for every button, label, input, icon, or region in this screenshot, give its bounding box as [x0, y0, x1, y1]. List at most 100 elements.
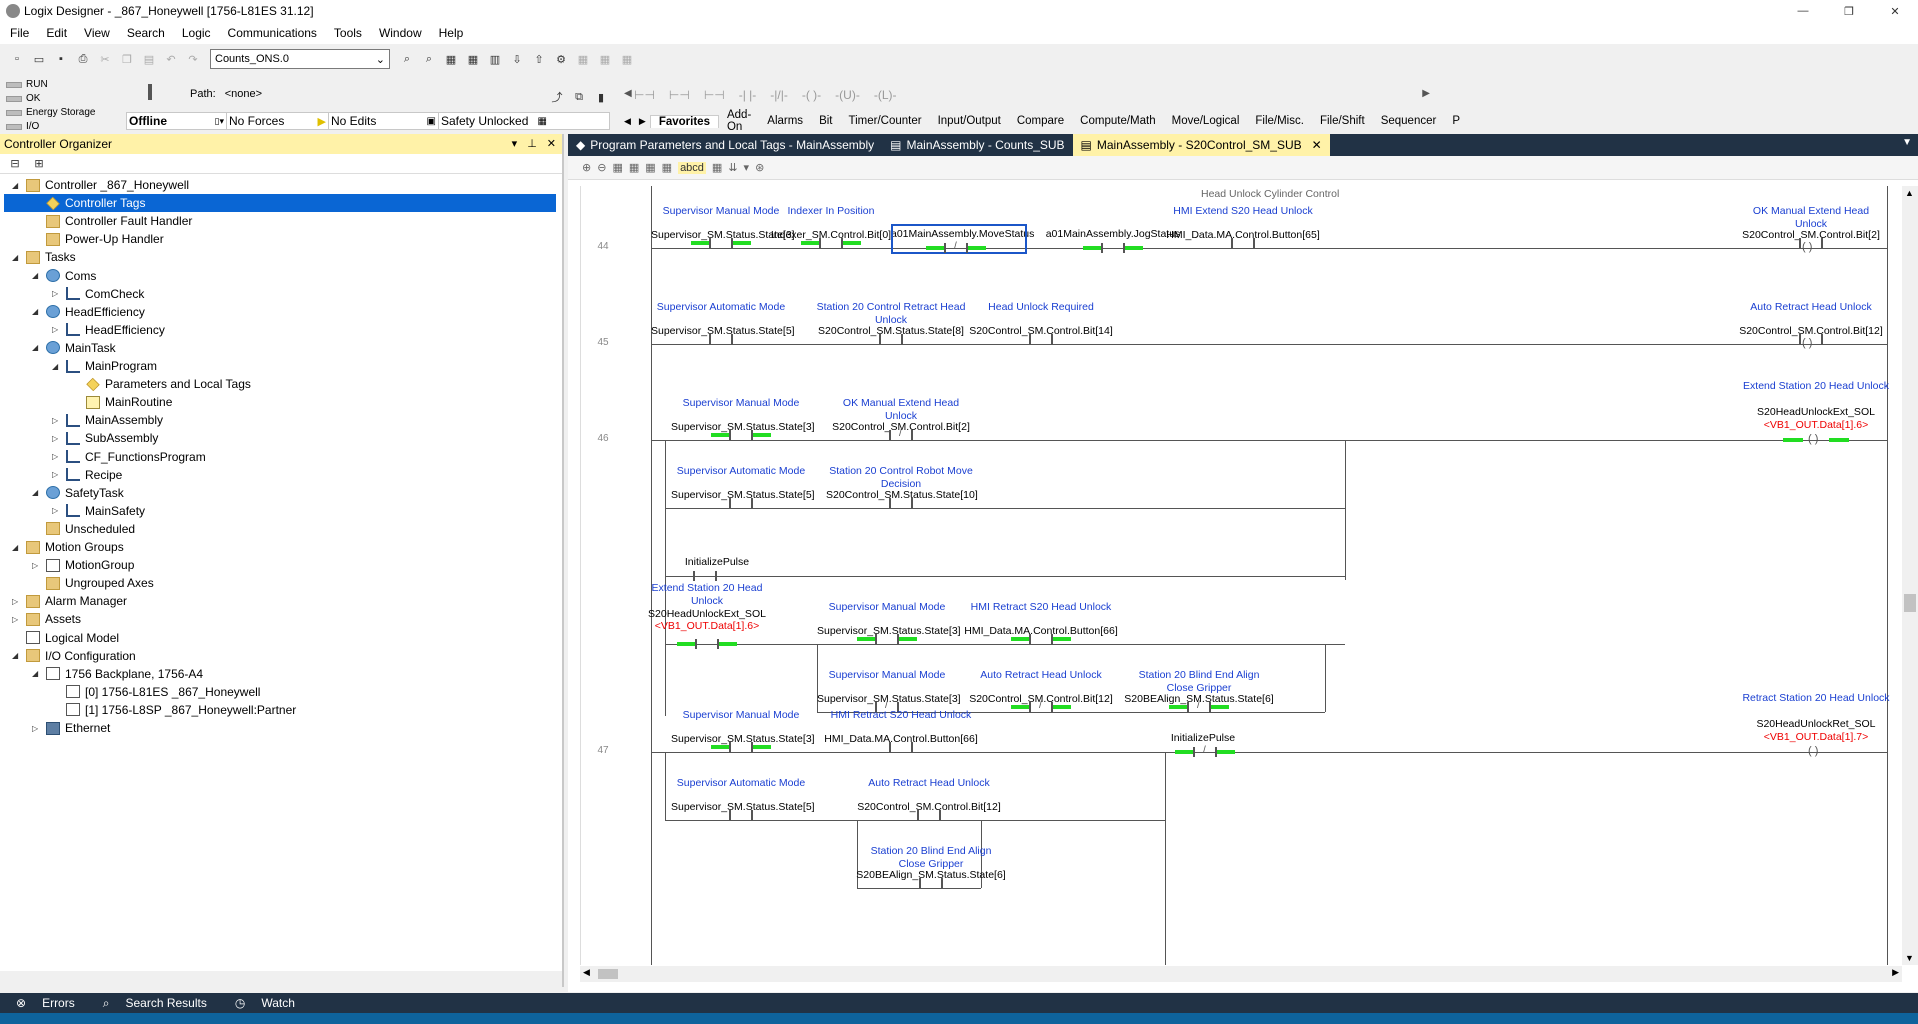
expand-toggle-icon[interactable]: ◢: [12, 253, 22, 262]
expand-toggle-icon[interactable]: ◢: [32, 271, 42, 280]
expand-all-icon[interactable]: ⊞: [30, 155, 48, 173]
expand-toggle-icon[interactable]: ▷: [52, 289, 62, 298]
contact-instruction[interactable]: [711, 742, 771, 752]
abcd-icon[interactable]: abcd: [678, 161, 706, 174]
upload-icon[interactable]: ⇧: [530, 50, 548, 68]
tree-node[interactable]: ◢ SafetyTask: [32, 484, 124, 502]
tab-close-icon[interactable]: ✕: [1312, 138, 1322, 152]
otl-icon[interactable]: -(U)-: [835, 88, 860, 102]
vertical-scrollbar[interactable]: ▲ ▼: [1902, 186, 1918, 965]
contact-instruction[interactable]: [683, 571, 727, 581]
browse-icon[interactable]: ▦: [442, 50, 460, 68]
tab-p[interactable]: P: [1444, 115, 1468, 127]
filter-icon[interactable]: ⇊: [728, 161, 737, 174]
tab-compute-math[interactable]: Compute/Math: [1072, 115, 1163, 127]
contact-instruction[interactable]: [857, 634, 917, 644]
safety-status[interactable]: Safety Unlocked ▦: [439, 113, 549, 129]
tree-node[interactable]: ◢ HeadEfficiency: [32, 303, 145, 321]
monitor-icon[interactable]: ▦: [596, 50, 614, 68]
ote-icon[interactable]: -( )-: [802, 88, 821, 102]
contact-instruction[interactable]: /: [1011, 701, 1071, 712]
search-combo[interactable]: Counts_ONS.0 ⌄: [210, 49, 390, 69]
tree-node[interactable]: ◢ Controller _867_Honeywell: [12, 176, 189, 194]
contact-instruction[interactable]: /: [1175, 746, 1235, 757]
expand-toggle-icon[interactable]: ▷: [52, 452, 62, 461]
redo-icon[interactable]: ↷: [184, 50, 202, 68]
verify-routine-icon[interactable]: ▦: [612, 161, 622, 174]
tree-node[interactable]: ◢ I/O Configuration: [12, 647, 136, 665]
contact-instruction[interactable]: [879, 498, 923, 508]
tab-counts-sub[interactable]: ▤ MainAssembly - Counts_SUB: [882, 134, 1072, 156]
contact-instruction[interactable]: [719, 810, 763, 820]
expand-toggle-icon[interactable]: ▷: [12, 615, 22, 624]
tab-s20control-sm-sub[interactable]: ▤ MainAssembly - S20Control_SM_SUB ✕: [1072, 134, 1330, 156]
ladder-area[interactable]: Head Unlock Cylinder Control 44 Supervisor…: [580, 186, 1902, 965]
tab-favorites[interactable]: Favorites: [649, 114, 719, 128]
contact-instruction[interactable]: /: [879, 429, 923, 440]
tree-node[interactable]: MainRoutine: [72, 393, 172, 411]
tree-node[interactable]: ▷ Recipe: [52, 466, 122, 484]
menu-window[interactable]: Window: [379, 26, 422, 40]
mode-offline[interactable]: Offline ▯▾: [127, 113, 227, 129]
find-icon[interactable]: ⌕: [398, 50, 416, 68]
coil-instruction[interactable]: ( ): [1795, 745, 1839, 757]
copy-icon[interactable]: ❐: [118, 50, 136, 68]
xic-icon[interactable]: -| |-: [739, 88, 757, 102]
coil-instruction[interactable]: ( ): [1783, 433, 1849, 445]
tree-node[interactable]: [0] 1756-L81ES _867_Honeywell: [52, 683, 260, 701]
tree-node[interactable]: Logical Model: [12, 629, 119, 647]
forces-status[interactable]: No Forces ▶: [227, 113, 329, 129]
tree-node[interactable]: Parameters and Local Tags: [72, 375, 251, 393]
new-icon[interactable]: ▫: [8, 50, 26, 68]
expand-toggle-icon[interactable]: ◢: [32, 669, 42, 678]
organizer-close-icon[interactable]: ✕: [547, 137, 556, 150]
tab-input-output[interactable]: Input/Output: [930, 115, 1009, 127]
tree-node[interactable]: ▷ CF_FunctionsProgram: [52, 448, 206, 466]
contact-instruction[interactable]: [909, 878, 953, 888]
tab-search-results[interactable]: ⌕ Search Results: [91, 996, 219, 1011]
tab-compare[interactable]: Compare: [1009, 115, 1072, 127]
menu-communications[interactable]: Communications: [228, 26, 317, 40]
download-icon[interactable]: ⇩: [508, 50, 526, 68]
contact-instruction[interactable]: [677, 639, 737, 649]
tree-node[interactable]: ▷ MainAssembly: [52, 411, 163, 429]
expand-toggle-icon[interactable]: ▷: [52, 434, 62, 443]
find-next-icon[interactable]: ⌕: [420, 50, 438, 68]
coil-instruction[interactable]: ( ): [1789, 241, 1833, 253]
menu-tools[interactable]: Tools: [334, 26, 362, 40]
tab-bit[interactable]: Bit: [811, 115, 840, 127]
tree-node[interactable]: ▷ MainSafety: [52, 502, 145, 520]
tree-node[interactable]: Controller Fault Handler: [32, 212, 192, 230]
contact-instruction[interactable]: [869, 334, 913, 344]
coil-instruction[interactable]: ( ): [1789, 337, 1833, 349]
contact-instruction[interactable]: [1019, 334, 1063, 344]
branch-level-icon[interactable]: ⊢⊣: [704, 88, 725, 102]
bookmark-icon[interactable]: ▦: [662, 161, 672, 174]
tree-node[interactable]: ◢ MainProgram: [52, 357, 157, 375]
tab-timer-counter[interactable]: Timer/Counter: [840, 115, 929, 127]
tree-node[interactable]: ▷ Ethernet: [32, 719, 110, 737]
expand-toggle-icon[interactable]: ▷: [32, 561, 42, 570]
comment-icon[interactable]: ▦: [645, 161, 655, 174]
contact-instruction[interactable]: [699, 334, 743, 344]
path-browse-icon[interactable]: ⤴: [548, 88, 566, 106]
cut-icon[interactable]: ✂: [96, 50, 114, 68]
expand-toggle-icon[interactable]: ◢: [52, 362, 62, 371]
tab-program-parameters[interactable]: ◆ Program Parameters and Local Tags - Mai…: [568, 134, 882, 156]
trend-icon[interactable]: ▦: [618, 50, 636, 68]
tree-node[interactable]: Ungrouped Axes: [32, 574, 154, 592]
paste-icon[interactable]: ▤: [140, 50, 158, 68]
tab-watch[interactable]: ◷ Watch: [223, 996, 307, 1010]
expand-toggle-icon[interactable]: ▷: [52, 416, 62, 425]
organizer-hscroll[interactable]: [0, 971, 562, 987]
tree-node[interactable]: ◢ 1756 Backplane, 1756-A4: [32, 665, 203, 683]
expand-toggle-icon[interactable]: ◢: [12, 651, 22, 660]
tab-left-arrow-icon[interactable]: ◀: [620, 116, 635, 127]
contact-instruction[interactable]: [879, 742, 923, 752]
menu-help[interactable]: Help: [439, 26, 464, 40]
expand-toggle-icon[interactable]: ◢: [12, 181, 22, 190]
tree-node[interactable]: ◢ MainTask: [32, 339, 116, 357]
tab-file-misc[interactable]: File/Misc.: [1247, 115, 1312, 127]
contact-instruction[interactable]: /: [926, 242, 986, 253]
branch-icon[interactable]: ⊢⊣: [669, 88, 690, 102]
